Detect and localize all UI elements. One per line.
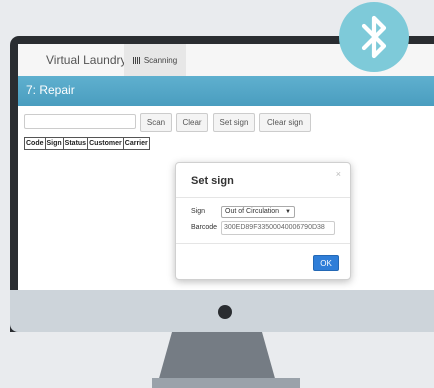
- barcode-label: Barcode: [191, 224, 218, 231]
- bluetooth-icon: [361, 15, 387, 59]
- monitor-stand-neck: [158, 332, 276, 382]
- sign-select[interactable]: Out of Circulation ▼: [221, 206, 295, 218]
- column-header-sign[interactable]: Sign: [44, 137, 64, 150]
- page-title: 7: Repair: [26, 83, 75, 97]
- barcode-field[interactable]: 300ED89F33500040006790D38: [221, 221, 335, 235]
- screen: Virtual Laundry Scanning 7: Repair Scan …: [18, 44, 434, 290]
- nav-tab-scanning[interactable]: Scanning: [124, 44, 186, 76]
- column-header-status[interactable]: Status: [62, 137, 89, 150]
- dialog-header-divider: [176, 197, 350, 198]
- power-button-icon: [218, 305, 232, 319]
- scan-button[interactable]: Scan: [140, 113, 172, 132]
- monitor-stand-base: [152, 378, 300, 388]
- set-sign-dialog: Set sign × Sign Out of Circulation ▼ Bar…: [175, 162, 351, 280]
- barcode-icon: [132, 56, 141, 64]
- results-table: Code Sign Status Customer Carrier: [24, 137, 150, 150]
- chevron-down-icon: ▼: [285, 209, 291, 215]
- column-header-carrier[interactable]: Carrier: [122, 137, 150, 150]
- sign-label: Sign: [191, 208, 206, 215]
- bluetooth-badge: [339, 2, 409, 72]
- brand-link[interactable]: Virtual Laundry: [46, 53, 127, 67]
- sign-select-value: Out of Circulation: [225, 208, 280, 215]
- close-icon[interactable]: ×: [336, 169, 341, 179]
- ok-button[interactable]: OK: [313, 255, 339, 271]
- nav-tab-label: Scanning: [143, 55, 178, 65]
- clear-button[interactable]: Clear: [176, 113, 208, 132]
- column-header-code[interactable]: Code: [24, 137, 46, 150]
- dialog-footer-divider: [176, 243, 350, 244]
- page-header: 7: Repair: [18, 76, 434, 106]
- column-header-customer[interactable]: Customer: [87, 137, 124, 150]
- set-sign-button[interactable]: Set sign: [213, 113, 255, 132]
- table-header-row: Code Sign Status Customer Carrier: [24, 137, 150, 150]
- clear-sign-button[interactable]: Clear sign: [259, 113, 311, 132]
- dialog-title: Set sign: [191, 175, 234, 187]
- scan-input[interactable]: [24, 114, 136, 129]
